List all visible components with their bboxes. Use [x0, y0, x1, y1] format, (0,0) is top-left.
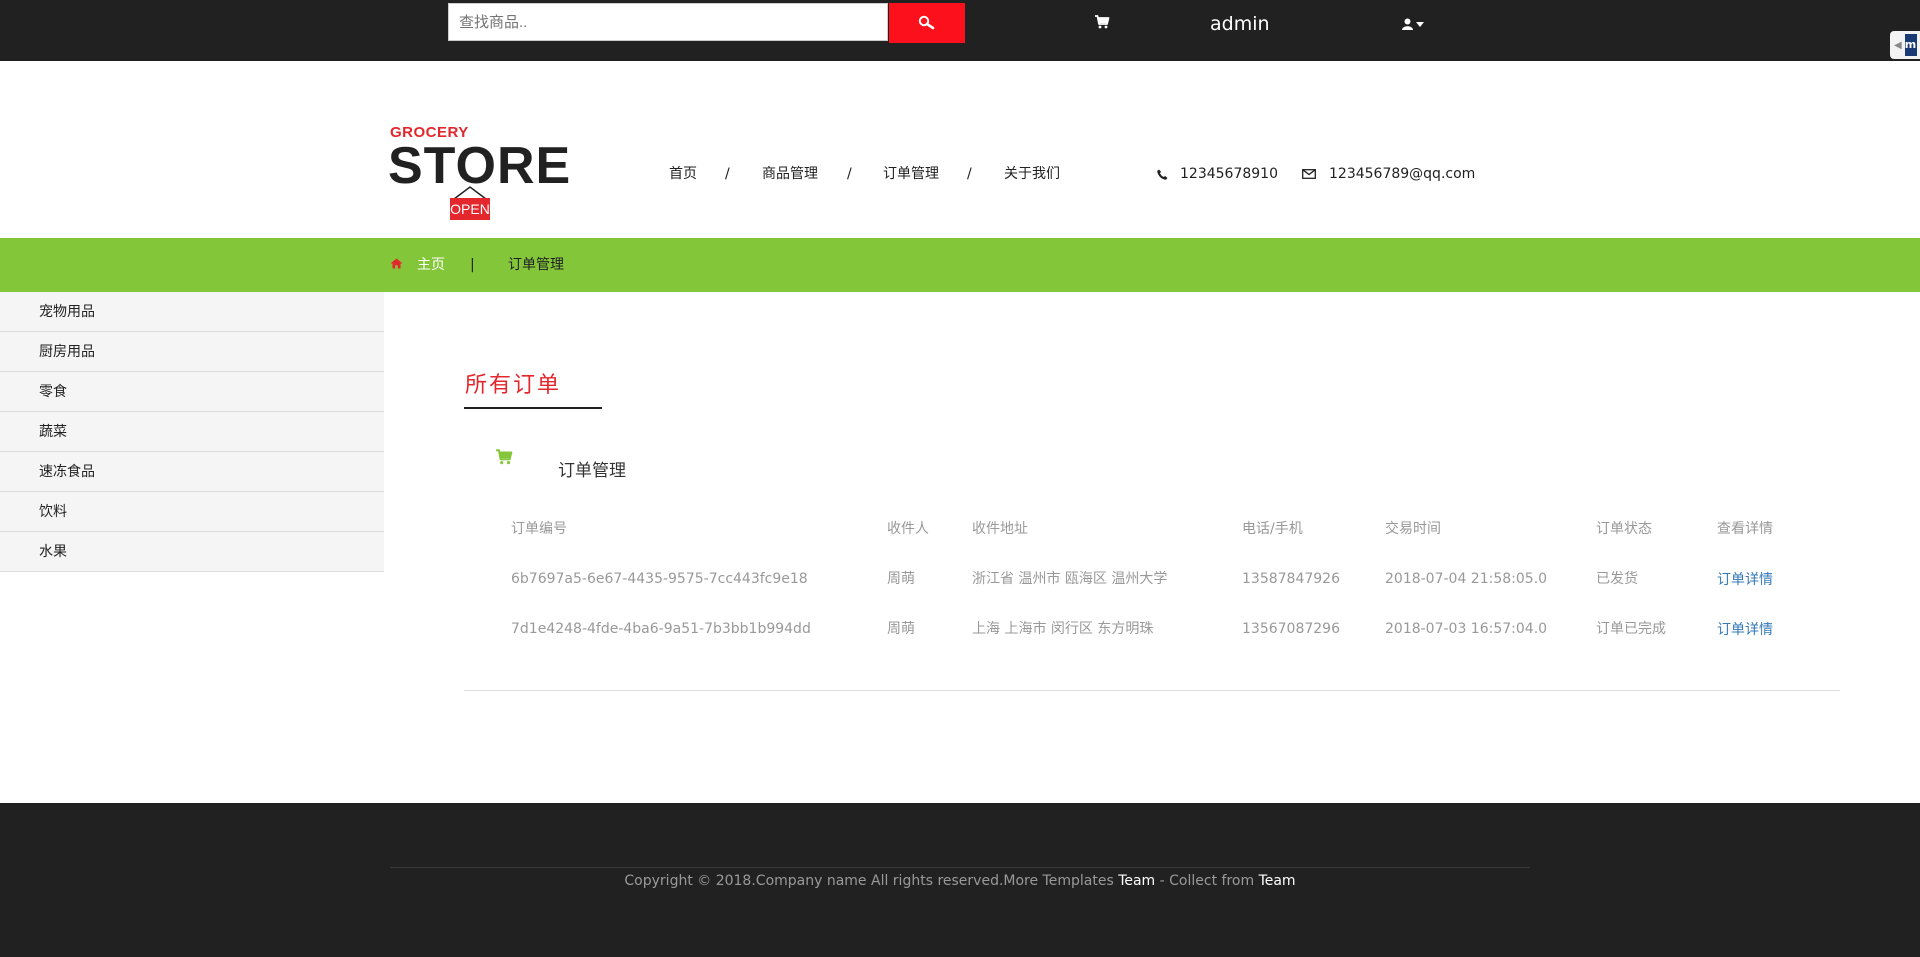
nav-about[interactable]: 关于我们 [1004, 163, 1060, 185]
sidebar-item-kitchen[interactable]: 厨房用品 [0, 332, 384, 372]
phone-icon [1157, 169, 1168, 180]
search-input[interactable] [448, 3, 888, 41]
table-cell-time: 2018-07-03 16:57:04.0 [1385, 621, 1548, 637]
breadcrumb-home[interactable]: 主页 [417, 254, 445, 276]
table-header: 订单状态 [1596, 521, 1652, 537]
search-button[interactable] [889, 3, 965, 43]
side-tab[interactable]: ◀ m [1890, 31, 1920, 59]
sidebar-item-snacks[interactable]: 零食 [0, 372, 384, 412]
side-tab-badge: m [1904, 34, 1917, 56]
footer-middle-text: - Collect from [1155, 873, 1259, 889]
sidebar-item-drinks[interactable]: 饮料 [0, 492, 384, 532]
table-header: 电话/手机 [1242, 521, 1303, 537]
breadcrumb [0, 238, 1920, 292]
cart-icon[interactable] [1094, 14, 1110, 30]
content-divider [464, 690, 1840, 691]
table-header: 查看详情 [1717, 521, 1773, 537]
table-cell-status: 订单已完成 [1596, 621, 1666, 637]
search-icon [918, 15, 935, 30]
username-label: admin [1210, 13, 1270, 35]
table-cell-phone: 13567087296 [1242, 621, 1340, 637]
chevron-left-icon: ◀ [1894, 39, 1902, 51]
footer-team-link[interactable]: Team [1118, 873, 1155, 889]
title-underline [464, 407, 602, 409]
envelope-icon [1302, 169, 1316, 179]
footer-divider [390, 867, 1530, 868]
table-header: 收件人 [887, 521, 929, 537]
table-cell-address: 浙江省 温州市 瓯海区 温州大学 [972, 571, 1168, 587]
table-header: 订单编号 [511, 521, 567, 537]
order-detail-link[interactable]: 订单详情 [1717, 570, 1773, 590]
breadcrumb-current: 订单管理 [508, 257, 564, 273]
table-cell-status: 已发货 [1596, 571, 1638, 587]
category-sidebar: 宠物用品 厨房用品 零食 蔬菜 速冻食品 饮料 水果 [0, 292, 384, 572]
chevron-down-icon [1416, 21, 1424, 27]
nav-about-label[interactable]: 关于我们 [1004, 166, 1060, 182]
contact-phone: 12345678910 [1157, 163, 1278, 185]
nav-orders[interactable]: 订单管理 [883, 163, 939, 185]
sidebar-item-pet-supplies[interactable]: 宠物用品 [0, 292, 384, 332]
table-cell-time: 2018-07-04 21:58:05.0 [1385, 571, 1548, 587]
table-header: 交易时间 [1385, 521, 1441, 537]
user-icon [1402, 18, 1413, 30]
table-cell-order-id: 7d1e4248-4fde-4ba6-9a51-7b3bb1b994dd [511, 621, 811, 637]
footer-team-link[interactable]: Team [1259, 873, 1296, 889]
nav-orders-label[interactable]: 订单管理 [883, 166, 939, 182]
page-title: 所有订单 [465, 373, 562, 398]
table-cell-phone: 13587847926 [1242, 571, 1340, 587]
order-detail-link[interactable]: 订单详情 [1717, 620, 1773, 640]
table-cell-order-id: 6b7697a5-6e67-4435-9575-7cc443fc9e18 [511, 571, 808, 587]
breadcrumb-separator: | [470, 257, 475, 273]
nav-separator: / [725, 166, 730, 182]
logo-store-text: STORE [388, 137, 572, 195]
cart-icon [496, 449, 513, 465]
store-logo[interactable]: GROCERY STORE OPEN [388, 124, 570, 224]
sidebar-item-fruit[interactable]: 水果 [0, 532, 384, 572]
nav-products[interactable]: 商品管理 [762, 163, 818, 185]
nav-products-label[interactable]: 商品管理 [762, 166, 818, 182]
nav-separator: / [847, 166, 852, 182]
phone-number: 12345678910 [1180, 166, 1278, 182]
panel-title: 订单管理 [558, 461, 626, 481]
table-header: 收件地址 [972, 521, 1028, 537]
user-menu[interactable] [1402, 15, 1430, 33]
nav-home-label[interactable]: 首页 [669, 166, 697, 182]
sidebar-item-vegetables[interactable]: 蔬菜 [0, 412, 384, 452]
table-cell-address: 上海 上海市 闵行区 东方明珠 [972, 621, 1154, 637]
logo-open-sign: OPEN [450, 198, 490, 220]
nav-separator: / [967, 166, 972, 182]
nav-home[interactable]: 首页 [669, 163, 697, 185]
table-cell-recipient: 周萌 [887, 621, 915, 637]
footer-copyright: Copyright © 2018.Company name All rights… [0, 870, 1920, 892]
copyright-text: Copyright © 2018.Company name All rights… [624, 873, 1119, 889]
home-icon [390, 258, 403, 269]
contact-email[interactable]: 123456789@qq.com [1302, 163, 1475, 185]
sidebar-item-frozen-food[interactable]: 速冻食品 [0, 452, 384, 492]
email-address[interactable]: 123456789@qq.com [1329, 163, 1475, 185]
table-cell-recipient: 周萌 [887, 571, 915, 587]
